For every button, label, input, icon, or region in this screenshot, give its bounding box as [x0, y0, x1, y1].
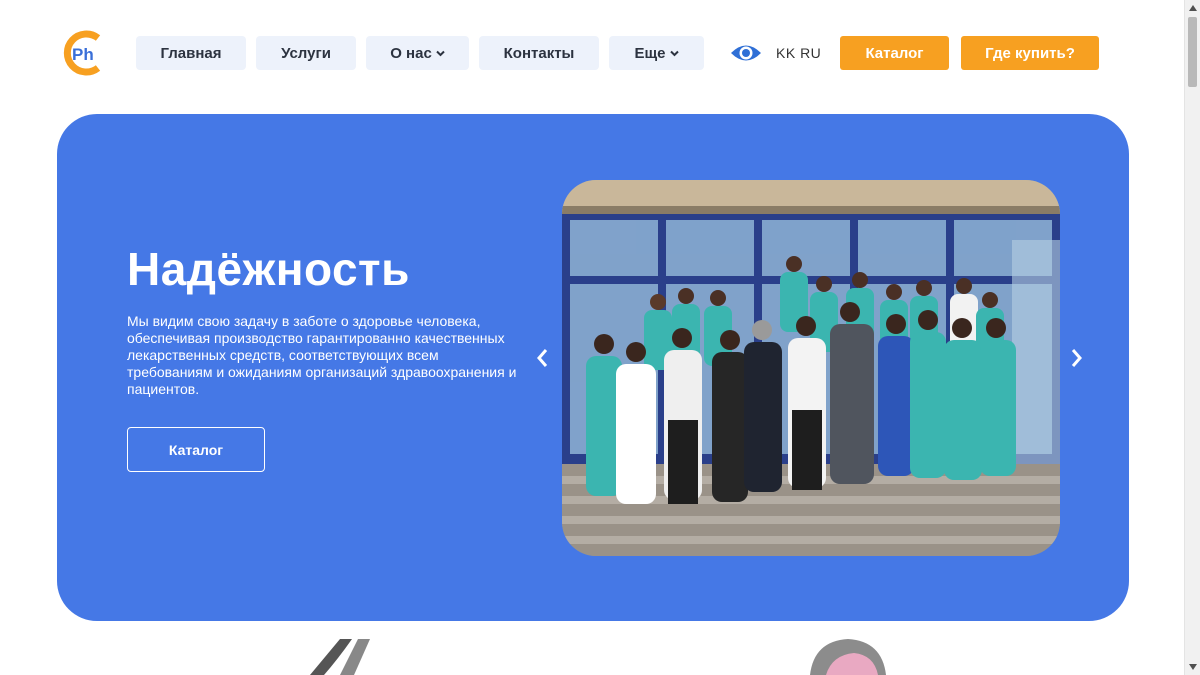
hero-photo — [562, 180, 1060, 556]
chevron-right-icon — [1071, 349, 1082, 367]
logo-text: Ph — [72, 45, 94, 64]
chevron-down-icon — [436, 50, 445, 56]
nav-item-more[interactable]: Еще — [609, 36, 704, 70]
scroll-thumb[interactable] — [1188, 17, 1197, 87]
nav-item-about[interactable]: О нас — [366, 36, 469, 70]
staff-group-photo — [562, 180, 1060, 556]
product-image — [810, 639, 886, 675]
page-scrollbar[interactable] — [1184, 0, 1200, 675]
nav-item-label: Услуги — [281, 44, 331, 62]
hero-slider: Надёжность Мы видим свою задачу в заботе… — [57, 114, 1129, 621]
hero-title: Надёжность — [127, 243, 410, 295]
scroll-up-button[interactable] — [1185, 0, 1200, 16]
nav-item-home[interactable]: Главная — [136, 36, 246, 70]
nav-item-label: О нас — [390, 44, 432, 62]
logo-icon: Ph — [63, 30, 101, 76]
product-image — [310, 639, 370, 675]
chevron-left-icon — [537, 349, 548, 367]
nav-item-contacts[interactable]: Контакты — [479, 36, 599, 70]
slider-prev-button[interactable] — [532, 346, 552, 370]
hero-description: Мы видим свою задачу в заботе о здоровье… — [127, 313, 517, 397]
accessibility-toggle[interactable] — [730, 40, 762, 66]
hero-catalog-button[interactable]: Каталог — [127, 427, 265, 472]
slider-next-button[interactable] — [1067, 346, 1087, 370]
catalog-button[interactable]: Каталог — [840, 36, 949, 70]
triangle-down-icon — [1189, 664, 1197, 670]
page: Ph Главная Услуги О нас Контакты Еще KK … — [0, 0, 1200, 675]
eye-icon — [731, 45, 761, 61]
nav-item-label: Еще — [634, 44, 666, 62]
teaser-image-right — [808, 639, 888, 675]
logo[interactable]: Ph — [60, 28, 104, 78]
language-switcher[interactable]: KK RU — [776, 45, 821, 61]
where-to-buy-button[interactable]: Где купить? — [961, 36, 1099, 70]
chevron-down-icon — [669, 50, 679, 56]
nav-item-label: Контакты — [503, 44, 575, 62]
nav-item-services[interactable]: Услуги — [256, 36, 356, 70]
site-header: Ph Главная Услуги О нас Контакты Еще KK … — [60, 28, 1120, 78]
scroll-down-button[interactable] — [1185, 659, 1200, 675]
nav-item-label: Главная — [160, 44, 222, 62]
triangle-up-icon — [1189, 5, 1197, 11]
main-nav: Главная Услуги О нас Контакты Еще — [136, 36, 704, 70]
teaser-image-left — [300, 639, 380, 675]
